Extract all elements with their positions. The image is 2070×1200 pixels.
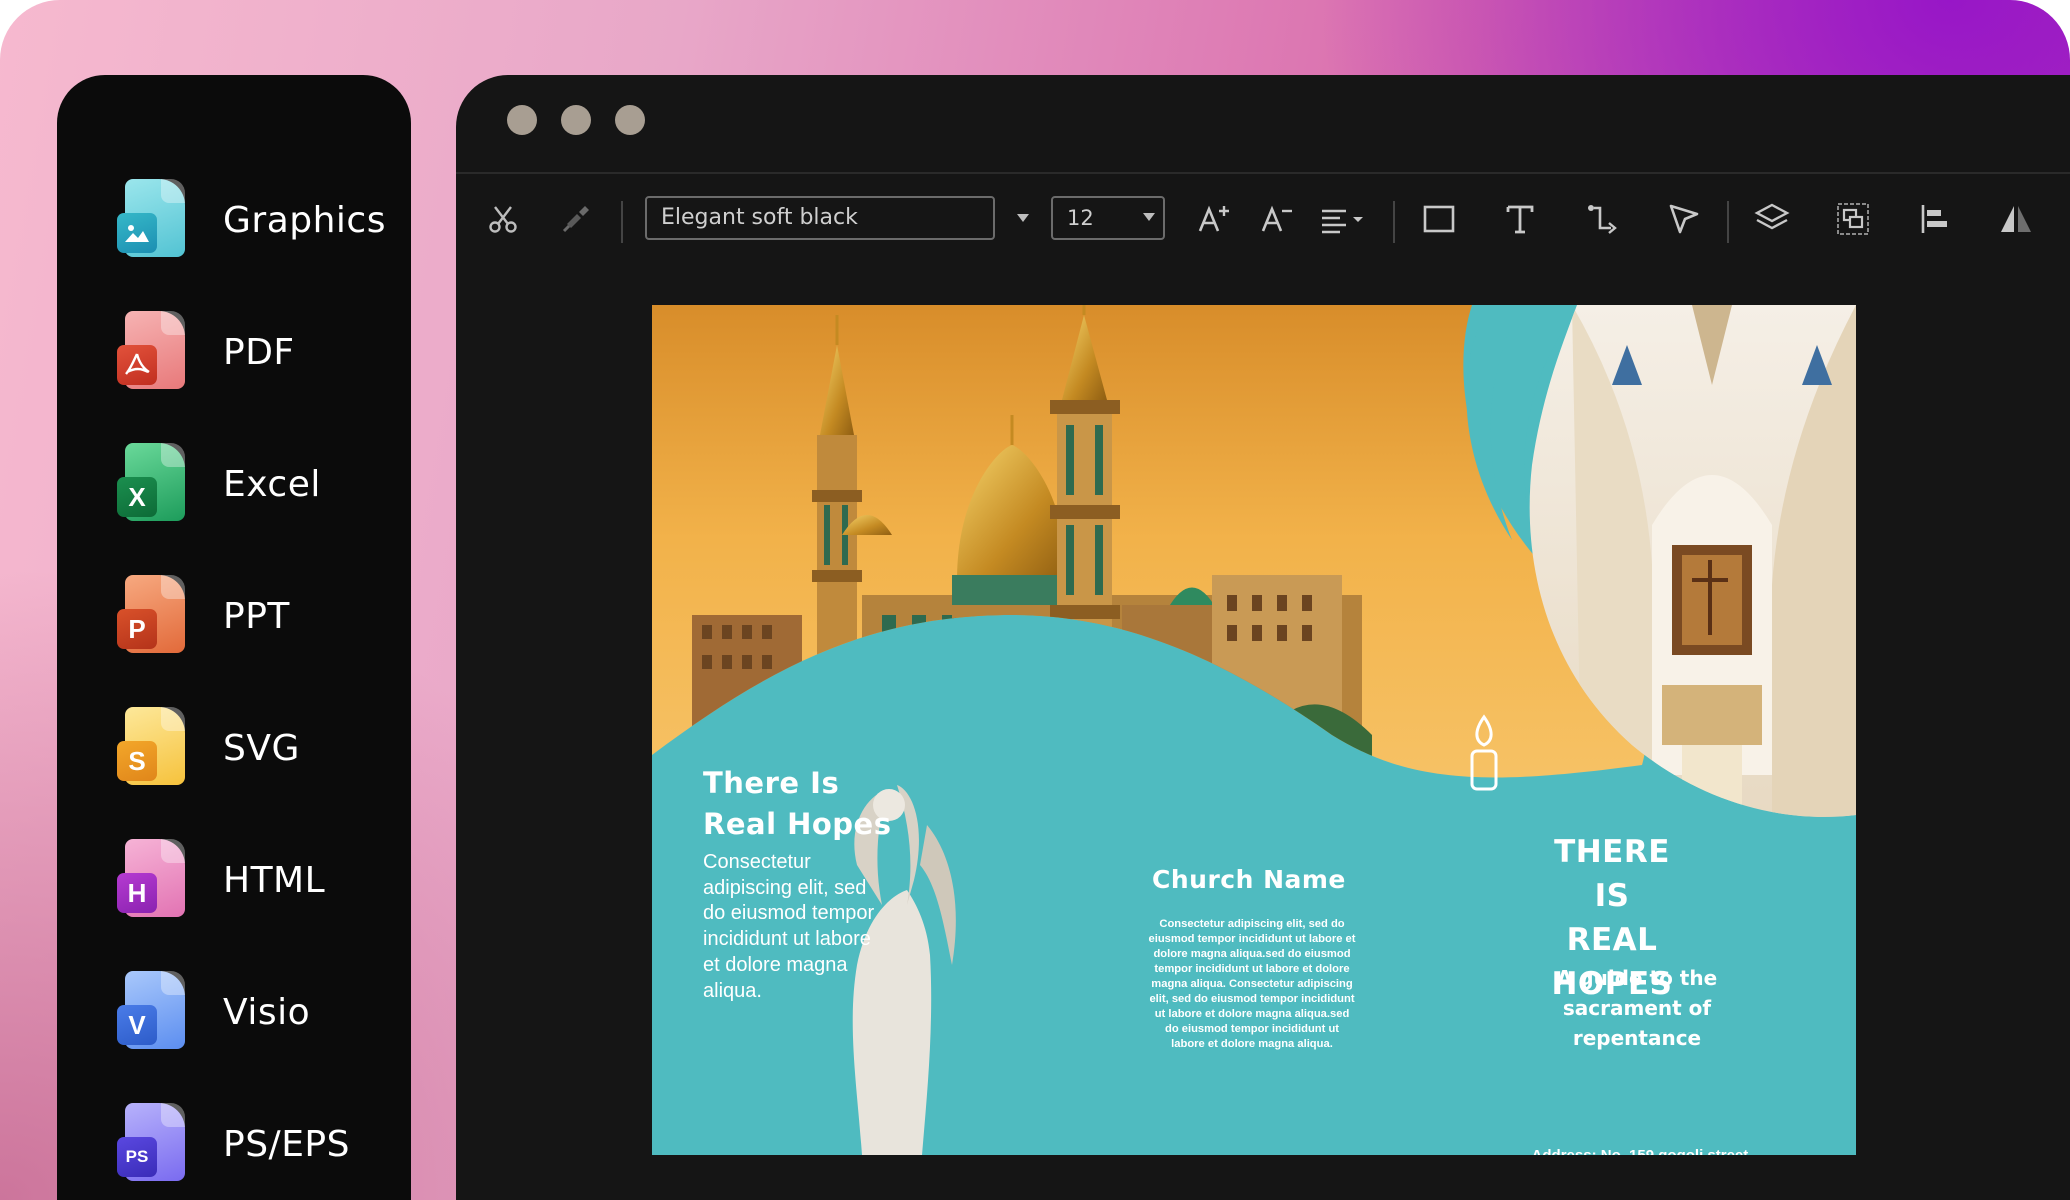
left-panel-title: There Is Real Hopes (703, 766, 892, 841)
font-family-value: Elegant soft black (661, 205, 858, 230)
sidebar-item-visio[interactable]: V Visio (117, 967, 407, 1057)
sidebar-item-ppt[interactable]: P PPT (117, 571, 407, 661)
rectangle-tool-icon[interactable] (1419, 199, 1459, 239)
sidebar-item-label: PS/EPS (223, 1123, 350, 1165)
font-size-value: 12 (1067, 206, 1094, 230)
decrease-font-size-icon[interactable] (1257, 199, 1297, 239)
sidebar-item-html[interactable]: H HTML (117, 835, 407, 925)
chevron-down-icon[interactable] (1143, 213, 1155, 221)
increase-font-size-icon[interactable] (1194, 199, 1234, 239)
layers-icon[interactable] (1752, 199, 1792, 239)
image-file-icon (117, 179, 187, 261)
ppt-file-icon: P (117, 575, 187, 657)
middle-panel-body: Consectetur adipiscing elit, sed do eius… (1148, 918, 1356, 1050)
font-family-select[interactable]: Elegant soft black (645, 196, 995, 240)
sidebar-item-label: PDF (223, 331, 295, 373)
align-left-icon[interactable] (1915, 199, 1955, 239)
text-tool-icon[interactable] (1500, 199, 1540, 239)
right-panel-subtitle: A guide to the sacrament of repentance (1556, 966, 1718, 1050)
svg-file-icon: S (117, 707, 187, 789)
toolbar: Elegant soft black 12 (456, 187, 2070, 257)
sidebar-item-label: SVG (223, 727, 300, 769)
format-painter-icon[interactable] (556, 199, 596, 239)
flip-icon[interactable] (1996, 199, 2036, 239)
church-name-heading: Church Name (1152, 865, 1346, 894)
sidebar-item-label: HTML (223, 859, 326, 901)
ps-file-icon: PS (117, 1103, 187, 1185)
format-sidebar: Graphics PDF X Excel P PPT S SVG H HTML … (57, 75, 411, 1200)
sidebar-item-label: Visio (223, 991, 311, 1033)
align-text-icon[interactable] (1318, 199, 1368, 239)
excel-file-icon: X (117, 443, 187, 525)
window-minimize-dot[interactable] (561, 105, 591, 135)
pdf-file-icon (117, 311, 187, 393)
sidebar-item-excel[interactable]: X Excel (117, 439, 407, 529)
window-maximize-dot[interactable] (615, 105, 645, 135)
html-file-icon: H (117, 839, 187, 921)
pen-tool-icon[interactable] (1664, 199, 1704, 239)
sidebar-item-svg[interactable]: S SVG (117, 703, 407, 793)
editor-window: Elegant soft black 12 There Is Real Hope… (456, 75, 2070, 1200)
mosque-photo (652, 305, 1647, 778)
visio-file-icon: V (117, 971, 187, 1053)
sidebar-item-graphics[interactable]: Graphics (117, 175, 407, 265)
sidebar-item-ps-eps[interactable]: PS PS/EPS (117, 1099, 407, 1189)
titlebar-divider (456, 172, 2070, 174)
chevron-down-icon[interactable] (1017, 214, 1029, 222)
window-close-dot[interactable] (507, 105, 537, 135)
sidebar-item-label: Graphics (223, 199, 386, 241)
left-panel-body: Consectetur adipiscing elit, sed do eius… (703, 851, 875, 1002)
brochure-canvas[interactable]: There Is Real Hopes Consectetur adipisci… (652, 305, 1856, 1155)
sidebar-item-pdf[interactable]: PDF (117, 307, 407, 397)
connector-tool-icon[interactable] (1582, 199, 1622, 239)
group-icon[interactable] (1833, 199, 1873, 239)
font-size-select[interactable]: 12 (1051, 196, 1165, 240)
sidebar-item-label: Excel (223, 463, 321, 505)
scissors-icon[interactable] (483, 199, 523, 239)
sidebar-item-label: PPT (223, 595, 290, 637)
address-text: Address: No. 159 gogoli street. (1497, 1147, 1787, 1155)
